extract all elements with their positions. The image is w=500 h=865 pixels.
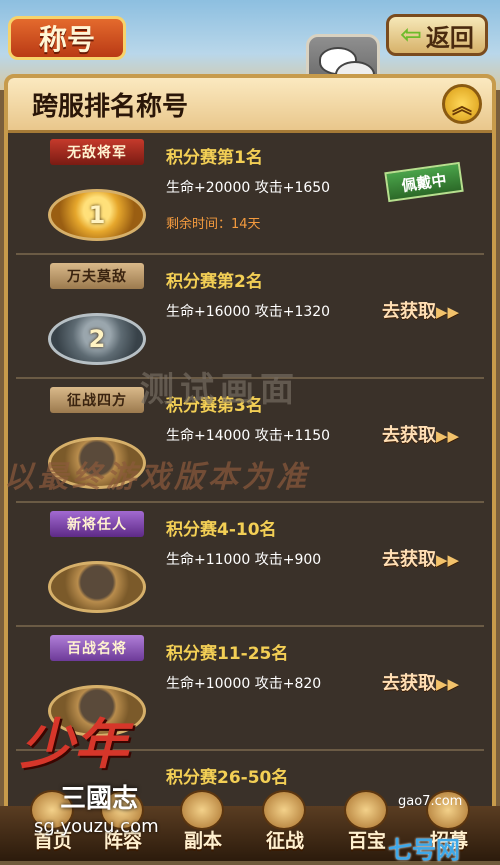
- back-label: 返回: [425, 23, 474, 52]
- title-ribbon: 百战名将: [50, 635, 144, 661]
- title-ribbon: 无敌将军: [50, 139, 144, 165]
- row-stats: 生命+16000 攻击+1320: [166, 304, 331, 320]
- title-ribbon: 征战四方: [50, 387, 144, 413]
- title-ribbon: 万夫莫敌: [50, 263, 144, 289]
- rank-number: 2: [88, 325, 106, 353]
- rank-number: 1: [88, 201, 106, 229]
- get-label: 去获取: [382, 549, 436, 570]
- treasure-icon: [344, 790, 388, 830]
- get-button[interactable]: 去获取▶▶: [382, 297, 459, 323]
- row-title: 积分赛11-25名: [166, 644, 289, 664]
- get-button[interactable]: 去获取▶▶: [382, 669, 459, 695]
- back-button[interactable]: ⇦ 返回: [386, 14, 488, 56]
- title-emblem: 万夫莫敌 2: [42, 263, 152, 375]
- list-item: 万夫莫敌 2 积分赛第2名 生命+16000 攻击+1320 去获取▶▶: [16, 257, 484, 379]
- collapse-button[interactable]: ︽: [442, 84, 482, 124]
- game-logo-subtitle: 三國志: [60, 784, 139, 814]
- get-button[interactable]: 去获取▶▶: [382, 421, 459, 447]
- battle-icon: [262, 790, 306, 830]
- double-chevron-right-icon: ▶▶: [436, 303, 460, 321]
- row-stats: 生命+20000 攻击+1650: [166, 180, 331, 196]
- remaining-time: 剩余时间：14天: [166, 217, 261, 232]
- source-watermark: gao7.com: [398, 794, 463, 809]
- nav-battle[interactable]: 征战: [250, 826, 320, 853]
- panel-title: 跨服排名称号: [32, 92, 189, 122]
- get-label: 去获取: [382, 673, 436, 694]
- equipped-badge: 佩戴中: [384, 161, 464, 203]
- row-title: 积分赛第1名: [166, 148, 263, 168]
- get-label: 去获取: [382, 425, 436, 446]
- row-stats: 生命+11000 攻击+900: [166, 552, 322, 568]
- double-chevron-right-icon: ▶▶: [436, 551, 460, 569]
- page-title: 称号: [8, 16, 126, 60]
- double-chevron-right-icon: ▶▶: [436, 427, 460, 445]
- version-watermark: 以最终游戏版本为准: [4, 460, 310, 495]
- list-item: 新将任人 积分赛4-10名 生命+11000 攻击+900 去获取▶▶: [16, 505, 484, 627]
- get-button[interactable]: 去获取▶▶: [382, 545, 459, 571]
- double-chevron-up-icon: ︽: [452, 93, 472, 118]
- nav-dungeon[interactable]: 副本: [168, 826, 238, 853]
- title-emblem: 无敌将军 1: [42, 139, 152, 251]
- row-stats: 生命+10000 攻击+820: [166, 676, 322, 692]
- get-label: 去获取: [382, 301, 436, 322]
- game-url: sg.youzu.com: [34, 816, 159, 837]
- rank-pedestal-icon: [48, 561, 146, 613]
- title-ribbon: 新将任人: [50, 511, 144, 537]
- game-logo: 少年: [20, 713, 128, 776]
- back-arrow-icon: ⇦: [400, 20, 422, 50]
- title-emblem: 新将任人: [42, 511, 152, 623]
- list-item: 无敌将军 1 积分赛第1名 生命+20000 攻击+1650 剩余时间：14天 …: [16, 133, 484, 255]
- row-title: 积分赛4-10名: [166, 520, 277, 540]
- dungeon-icon: [180, 790, 224, 830]
- panel-header: 跨服排名称号 ︽: [8, 78, 492, 133]
- test-watermark: 测试画面: [140, 370, 300, 410]
- site-watermark: 七号网: [388, 836, 460, 864]
- double-chevron-right-icon: ▶▶: [436, 675, 460, 693]
- row-title: 积分赛第2名: [166, 272, 263, 292]
- row-stats: 生命+14000 攻击+1150: [166, 428, 331, 444]
